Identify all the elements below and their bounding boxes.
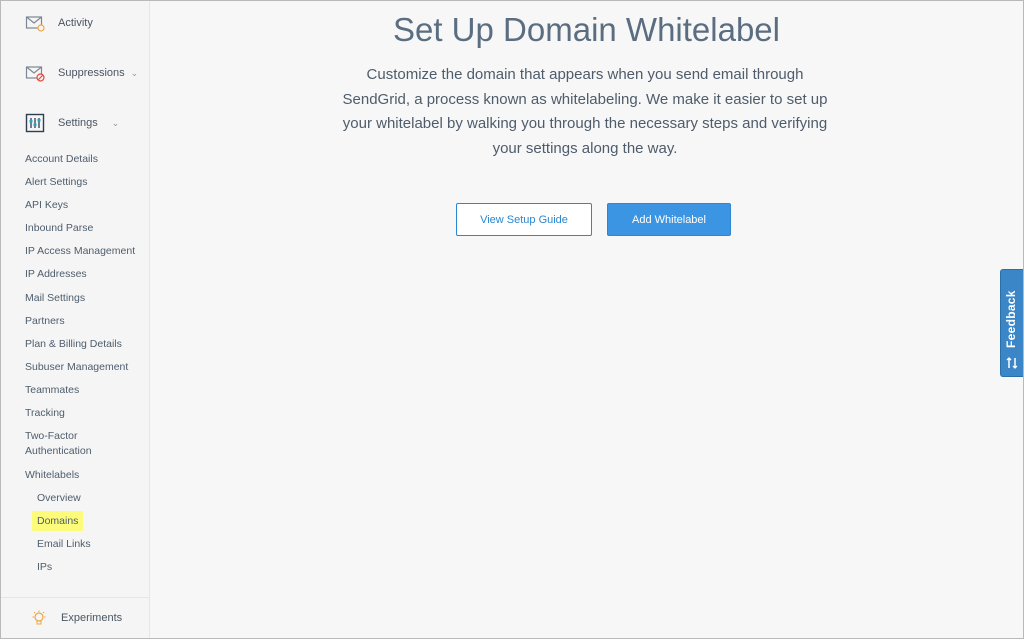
sidebar-item-label: Activity [58, 17, 93, 29]
sidebar-item-settings[interactable]: Settings ⌄ [25, 111, 119, 135]
sidebar-subitem-ip-access-management[interactable]: IP Access Management [25, 244, 135, 259]
sidebar-item-label: Experiments [61, 612, 123, 624]
sidebar: Activity Suppressions ⌄ Settings ⌄ Accou… [1, 1, 150, 638]
sidebar-subitem-mail-settings[interactable]: Mail Settings [25, 291, 85, 306]
sidebar-subitem-ip-addresses[interactable]: IP Addresses [25, 267, 87, 282]
sort-arrows-icon [1006, 357, 1018, 369]
sidebar-item-label: Authentication [25, 445, 92, 457]
settings-icon [25, 113, 45, 133]
page-description: Customize the domain that appears when y… [342, 66, 828, 157]
chevron-down-icon: ⌄ [111, 117, 120, 128]
sidebar-subitem-whitelabels[interactable]: Whitelabels [25, 468, 79, 483]
sidebar-item-label: Suppressions [58, 67, 125, 79]
app-window: Activity Suppressions ⌄ Settings ⌄ Accou… [0, 0, 1024, 639]
feedback-tab[interactable]: Feedback [1000, 269, 1023, 377]
sidebar-item-activity[interactable]: Activity [25, 11, 93, 35]
sidebar-subitem-domains[interactable]: Domains [32, 511, 84, 531]
sidebar-subitem-partners[interactable]: Partners [25, 314, 65, 329]
sidebar-subitem-ips[interactable]: IPs [37, 560, 52, 575]
sidebar-subitem-two-factor[interactable]: Two-Factor Authentication [25, 429, 92, 459]
sidebar-subitem-account-details[interactable]: Account Details [25, 152, 98, 167]
sidebar-subitem-overview[interactable]: Overview [37, 491, 81, 506]
chevron-down-icon: ⌄ [130, 67, 139, 78]
sidebar-item-experiments[interactable]: Experiments [1, 597, 149, 638]
sidebar-subitem-teammates[interactable]: Teammates [25, 383, 79, 398]
activity-icon [25, 16, 45, 32]
sidebar-subitem-alert-settings[interactable]: Alert Settings [25, 175, 87, 190]
sidebar-subitem-email-links[interactable]: Email Links [37, 537, 91, 552]
sidebar-item-label: Settings [58, 117, 98, 129]
lightbulb-icon [32, 610, 46, 625]
view-setup-guide-button[interactable]: View Setup Guide [456, 203, 592, 236]
sidebar-item-label: Two-Factor [25, 430, 78, 442]
active-item-highlight: Domains [32, 511, 84, 531]
suppressions-icon [25, 66, 45, 82]
sidebar-subitem-inbound-parse[interactable]: Inbound Parse [25, 221, 93, 236]
sidebar-subitem-plan-billing[interactable]: Plan & Billing Details [25, 337, 122, 352]
sidebar-item-suppressions[interactable]: Suppressions ⌄ [25, 61, 138, 85]
sidebar-subitem-subuser-management[interactable]: Subuser Management [25, 360, 128, 375]
feedback-label: Feedback [1004, 290, 1018, 348]
page-title: Set Up Domain Whitelabel [392, 11, 780, 48]
sidebar-subitem-tracking[interactable]: Tracking [25, 406, 65, 421]
main-content: Set Up Domain Whitelabel Customize the d… [150, 1, 1023, 638]
add-whitelabel-button[interactable]: Add Whitelabel [607, 203, 731, 236]
sidebar-subitem-api-keys[interactable]: API Keys [25, 198, 68, 213]
